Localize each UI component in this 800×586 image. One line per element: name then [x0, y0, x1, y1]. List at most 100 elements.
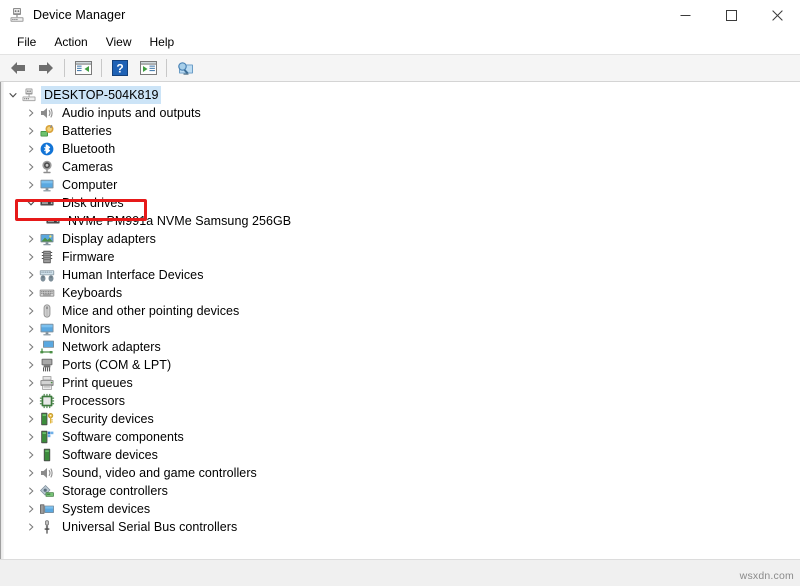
menu-item-view[interactable]: View [97, 32, 141, 52]
storage-controller-icon [39, 483, 55, 499]
tree-item-nvme-device[interactable]: NVMe PM991a NVMe Samsung 256GB [1, 212, 800, 230]
hid-icon [39, 267, 55, 283]
chevron-down-icon[interactable] [23, 199, 39, 207]
chevron-right-icon[interactable] [23, 235, 39, 243]
device-manager-icon [9, 7, 25, 23]
tree-item-monitors[interactable]: Monitors [1, 320, 800, 338]
tree-item-computer[interactable]: Computer [1, 176, 800, 194]
toolbar: ? [0, 54, 800, 82]
chevron-right-icon[interactable] [23, 433, 39, 441]
chevron-right-icon[interactable] [23, 145, 39, 153]
chevron-right-icon[interactable] [23, 127, 39, 135]
maximize-button[interactable] [708, 0, 754, 30]
tree-item-universal-serial-bus-controllers[interactable]: Universal Serial Bus controllers [1, 518, 800, 536]
tree-item-bluetooth[interactable]: Bluetooth [1, 140, 800, 158]
tree-item-label: Computer [59, 176, 120, 194]
disk-drive-icon [39, 195, 55, 211]
chevron-right-icon[interactable] [23, 181, 39, 189]
port-icon [39, 357, 55, 373]
forward-arrow-icon[interactable] [33, 56, 59, 80]
tree-item-batteries[interactable]: Batteries [1, 122, 800, 140]
mouse-icon [39, 303, 55, 319]
monitor-icon [39, 177, 55, 193]
tree-item-label: Human Interface Devices [59, 266, 207, 284]
device-tree[interactable]: DESKTOP-504K819 Audio inputs and outputs [1, 82, 800, 536]
help-icon[interactable]: ? [107, 56, 133, 80]
menu-item-file[interactable]: File [8, 32, 45, 52]
chevron-right-icon[interactable] [23, 325, 39, 333]
tree-item-label: Disk drives [59, 194, 127, 212]
processor-icon [39, 393, 55, 409]
tree-item-mice-and-other-pointing-devices[interactable]: Mice and other pointing devices [1, 302, 800, 320]
scan-for-hardware-changes-icon[interactable] [172, 56, 198, 80]
tree-item-display-adapters[interactable]: Display adapters [1, 230, 800, 248]
tree-item-label: Firmware [59, 248, 117, 266]
show-hide-console-tree-icon[interactable] [70, 56, 96, 80]
tree-item-root[interactable]: DESKTOP-504K819 [1, 86, 800, 104]
chevron-right-icon[interactable] [23, 523, 39, 531]
chevron-right-icon[interactable] [23, 379, 39, 387]
chevron-down-icon[interactable] [5, 91, 21, 99]
chevron-right-icon[interactable] [23, 451, 39, 459]
tree-item-human-interface-devices[interactable]: Human Interface Devices [1, 266, 800, 284]
chevron-right-icon[interactable] [23, 487, 39, 495]
tree-item-software-devices[interactable]: Software devices [1, 446, 800, 464]
battery-icon [39, 123, 55, 139]
tree-item-label: Network adapters [59, 338, 164, 356]
tree-item-label: Ports (COM & LPT) [59, 356, 174, 374]
tree-item-software-components[interactable]: Software components [1, 428, 800, 446]
toolbar-separator-1 [64, 59, 65, 77]
tree-item-audio-inputs-and-outputs[interactable]: Audio inputs and outputs [1, 104, 800, 122]
menu-item-action[interactable]: Action [45, 32, 96, 52]
minimize-button[interactable] [662, 0, 708, 30]
security-device-icon [39, 411, 55, 427]
network-adapter-icon [39, 339, 55, 355]
tree-item-label: Cameras [59, 158, 116, 176]
tree-item-cameras[interactable]: Cameras [1, 158, 800, 176]
chevron-right-icon[interactable] [23, 397, 39, 405]
tree-item-print-queues[interactable]: Print queues [1, 374, 800, 392]
disk-drive-icon [45, 213, 61, 229]
tree-item-label: Batteries [59, 122, 115, 140]
tree-item-label: System devices [59, 500, 153, 518]
chevron-right-icon[interactable] [23, 109, 39, 117]
tree-item-storage-controllers[interactable]: Storage controllers [1, 482, 800, 500]
chevron-right-icon[interactable] [23, 415, 39, 423]
chevron-right-icon[interactable] [23, 505, 39, 513]
window-controls [662, 0, 800, 30]
chevron-right-icon[interactable] [23, 253, 39, 261]
chevron-right-icon[interactable] [23, 289, 39, 297]
tree-item-label: Audio inputs and outputs [59, 104, 204, 122]
tree-item-sound-video-and-game-controllers[interactable]: Sound, video and game controllers [1, 464, 800, 482]
bluetooth-icon [39, 141, 55, 157]
tree-item-network-adapters[interactable]: Network adapters [1, 338, 800, 356]
tree-item-processors[interactable]: Processors [1, 392, 800, 410]
tree-item-disk-drives[interactable]: Disk drives [1, 194, 800, 212]
keyboard-icon [39, 285, 55, 301]
watermark: wsxdn.com [740, 570, 794, 582]
tree-item-ports[interactable]: Ports (COM & LPT) [1, 356, 800, 374]
back-arrow-icon[interactable] [5, 56, 31, 80]
menu-item-help[interactable]: Help [141, 32, 184, 52]
chevron-right-icon[interactable] [23, 361, 39, 369]
system-device-icon [39, 501, 55, 517]
tree-item-label: Sound, video and game controllers [59, 464, 260, 482]
svg-text:?: ? [116, 61, 123, 75]
chevron-right-icon[interactable] [23, 469, 39, 477]
usb-icon [39, 519, 55, 535]
device-tree-panel[interactable]: DESKTOP-504K819 Audio inputs and outputs [0, 82, 800, 559]
tree-item-firmware[interactable]: Firmware [1, 248, 800, 266]
tree-item-label: Monitors [59, 320, 113, 338]
speaker-icon [39, 105, 55, 121]
chevron-right-icon[interactable] [23, 163, 39, 171]
chevron-right-icon[interactable] [23, 343, 39, 351]
tree-item-keyboards[interactable]: Keyboards [1, 284, 800, 302]
close-button[interactable] [754, 0, 800, 30]
monitor-icon [39, 321, 55, 337]
tree-item-security-devices[interactable]: Security devices [1, 410, 800, 428]
properties-icon[interactable] [135, 56, 161, 80]
chevron-right-icon[interactable] [23, 271, 39, 279]
chevron-right-icon[interactable] [23, 307, 39, 315]
tree-item-system-devices[interactable]: System devices [1, 500, 800, 518]
toolbar-separator-3 [166, 59, 167, 77]
